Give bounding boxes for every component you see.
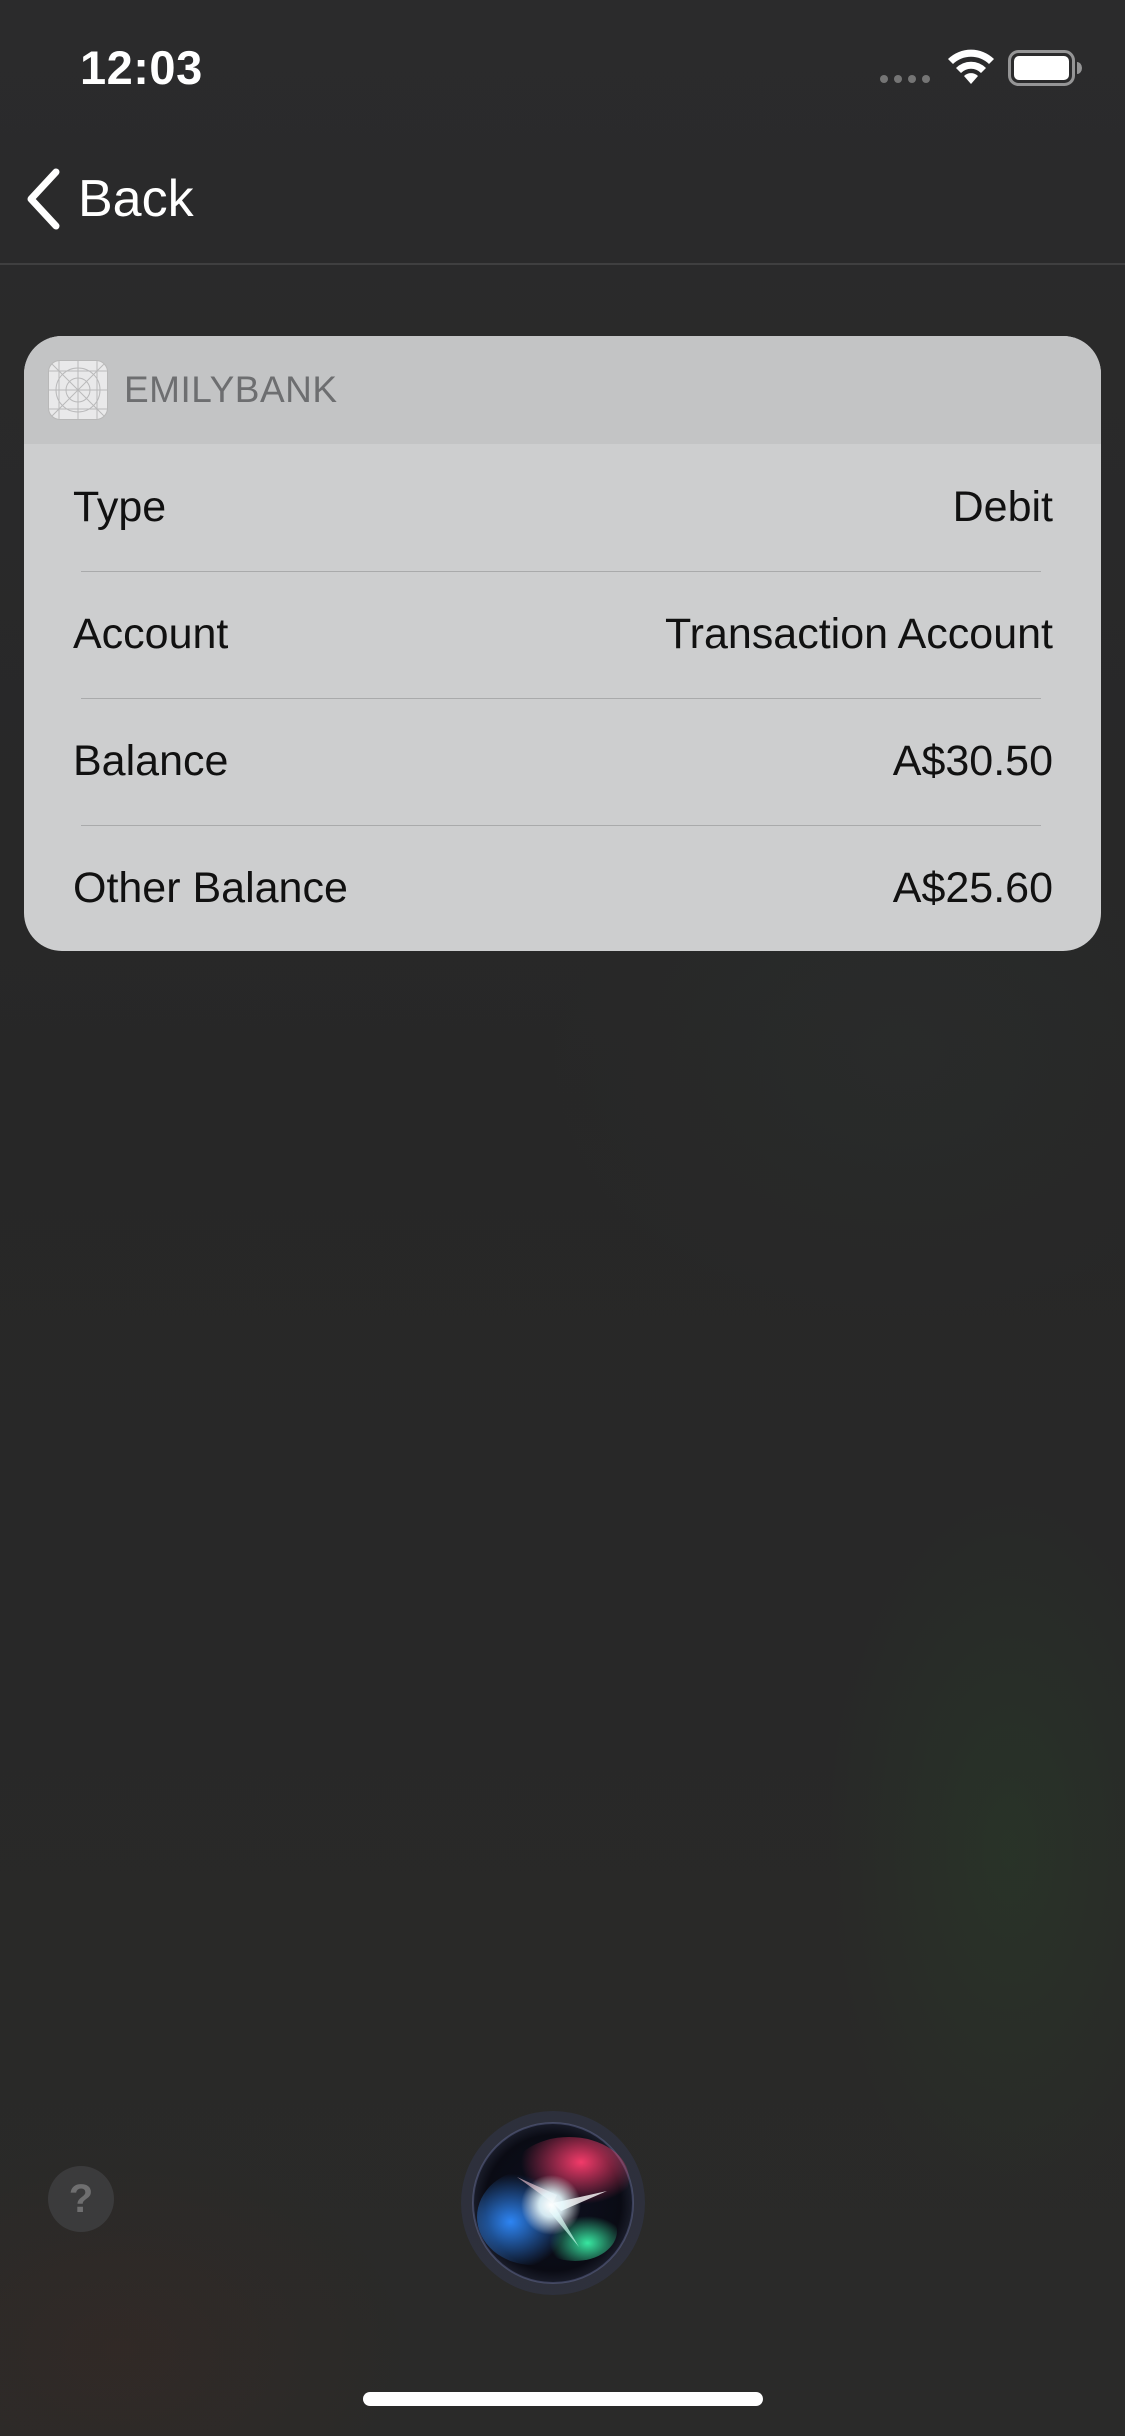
card-header: EMILYBANK: [24, 336, 1101, 444]
help-button[interactable]: ?: [48, 2166, 114, 2232]
battery-icon: [1008, 50, 1082, 86]
row-account: Account Transaction Account: [24, 571, 1101, 698]
back-button[interactable]: Back: [22, 164, 194, 234]
row-value: Transaction Account: [664, 610, 1053, 658]
chevron-left-icon: [27, 168, 60, 230]
navigation-bar: Back: [0, 140, 1125, 265]
row-label: Other Balance: [73, 864, 348, 912]
home-indicator[interactable]: [363, 2392, 763, 2406]
app-placeholder-icon: [48, 360, 108, 420]
row-other-balance: Other Balance A$25.60: [24, 825, 1101, 951]
wifi-icon: [948, 49, 994, 84]
row-label: Balance: [73, 737, 229, 785]
status-bar: 12:03: [0, 0, 1125, 140]
app-name: EMILYBANK: [124, 369, 338, 410]
back-label: Back: [78, 170, 194, 228]
row-value: A$30.50: [892, 737, 1053, 785]
row-value: A$25.60: [892, 864, 1053, 912]
row-label: Account: [73, 610, 229, 658]
signal-dots-icon: [880, 75, 930, 83]
row-value: Debit: [952, 483, 1053, 531]
bank-result-card: EMILYBANK Type Debit Account Transaction…: [24, 336, 1101, 951]
status-time: 12:03: [80, 41, 203, 94]
row-balance: Balance A$30.50: [24, 698, 1101, 825]
row-label: Type: [73, 483, 167, 531]
siri-orb-icon[interactable]: [457, 2107, 649, 2299]
row-type: Type Debit: [24, 444, 1101, 571]
